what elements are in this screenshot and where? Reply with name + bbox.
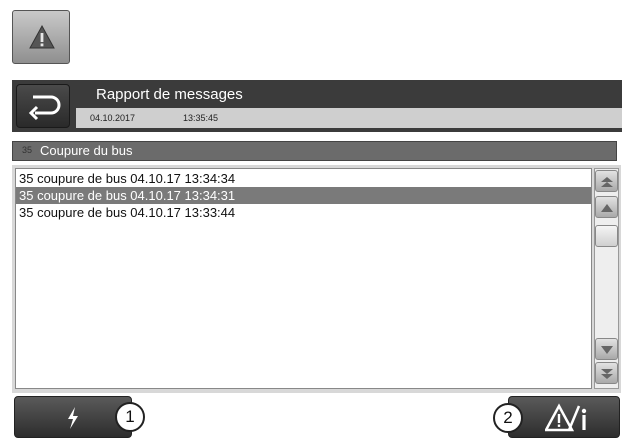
callout-2: 2 (493, 403, 523, 433)
chevron-up-icon (601, 204, 613, 212)
message-row[interactable]: 35 coupure de bus 04.10.17 13:34:34 (16, 170, 591, 187)
scroll-down-button[interactable] (595, 338, 618, 360)
scroll-top-button[interactable] (595, 170, 618, 192)
chevron-down-icon (601, 346, 613, 354)
header-time: 13:35:45 (183, 113, 219, 123)
header-subbar (76, 108, 622, 128)
double-chevron-up-icon (601, 177, 613, 187)
info-button[interactable] (508, 396, 620, 438)
header-date: 04.10.2017 (90, 113, 136, 123)
back-arrow-icon (28, 95, 61, 121)
scroll-up-button[interactable] (595, 196, 618, 218)
message-row-selected[interactable]: 35 coupure de bus 04.10.17 13:34:31 (16, 187, 591, 204)
callout-1: 1 (115, 402, 145, 432)
double-chevron-down-icon (601, 369, 613, 379)
back-button[interactable] (16, 84, 70, 128)
page-title: Rapport de messages (96, 86, 243, 103)
warning-button[interactable] (12, 10, 70, 64)
scroll-bottom-button[interactable] (595, 362, 618, 384)
scroll-thumb[interactable] (595, 225, 618, 247)
message-title: Coupure du bus (40, 143, 133, 158)
lightning-icon (68, 407, 78, 429)
message-row[interactable]: 35 coupure de bus 04.10.17 13:33:44 (16, 204, 591, 221)
message-code: 35 (22, 145, 33, 155)
warning-icon (29, 24, 55, 49)
warning-info-icon (545, 403, 587, 432)
